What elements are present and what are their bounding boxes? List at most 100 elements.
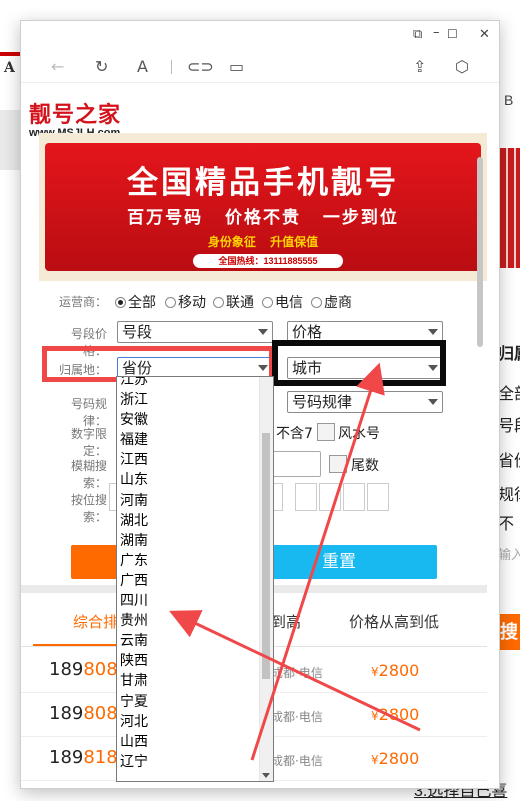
chevron-down-icon	[428, 399, 438, 405]
operator-label: 运营商：	[58, 295, 107, 309]
province-option[interactable]: 湖北	[117, 510, 273, 530]
province-option[interactable]: 浙江	[117, 389, 273, 409]
background-page-right: B 归属 全部 号段 省份 规律 不 输入 搜	[498, 0, 520, 801]
share-icon[interactable]: ⇪	[413, 57, 426, 76]
province-option[interactable]: 甘肃	[117, 670, 273, 690]
bg-label: 号段	[498, 418, 520, 435]
segment-select[interactable]: 号段	[117, 321, 273, 343]
dropdown-scroll-thumb[interactable]	[262, 433, 270, 679]
phone-number: 189818	[49, 747, 118, 768]
phone-number: 189808	[49, 659, 118, 680]
phone-number: 189808	[49, 703, 118, 724]
banner-tagline: 身份象征 升值保值	[207, 235, 319, 249]
province-option[interactable]: 云南	[117, 630, 273, 650]
radio-dot	[262, 297, 273, 308]
bg-label: 归属	[498, 346, 520, 363]
operator-radio-telecom[interactable]: 电信	[262, 292, 303, 312]
province-option[interactable]: 陕西	[117, 650, 273, 670]
chevron-down-icon	[428, 329, 438, 335]
operator-radio-virtual[interactable]: 虚商	[311, 292, 352, 312]
scroll-down-icon[interactable]	[262, 773, 270, 778]
province-option[interactable]: 湖南	[117, 530, 273, 550]
fuzzy-label: 模糊搜索：	[70, 459, 107, 490]
bg-label: 全部	[498, 386, 520, 403]
tab-price-low-high[interactable]: 到高	[271, 611, 301, 632]
banner-hotline: 全国热线：13111885555	[193, 254, 343, 268]
position-slot[interactable]	[295, 483, 317, 511]
province-option[interactable]: 福建	[117, 429, 273, 449]
province-dropdown-list[interactable]: 江苏 浙江 安徽 福建 江西 山东 河南 湖北 湖南 广东 广西 四川 贵州 云…	[116, 376, 274, 782]
tail-checkbox[interactable]	[329, 455, 347, 473]
toolbar-divider	[171, 60, 172, 74]
bg-search-button: 搜	[498, 614, 520, 650]
active-tab-underline	[33, 644, 123, 646]
province-option[interactable]: 山西	[117, 731, 273, 751]
operator-row: 运营商： 全部 移动 联通 电信 虚商	[21, 289, 487, 313]
operator-radio-mobile[interactable]: 移动	[165, 292, 206, 312]
province-option[interactable]: 河南	[117, 490, 273, 510]
bg-label: 不	[498, 516, 515, 533]
operator-radio-all[interactable]: 全部	[115, 292, 156, 312]
bg-gray-block	[0, 110, 22, 170]
logo-title: 靓号之家	[29, 103, 122, 128]
position-label: 按位搜索：	[70, 493, 107, 524]
province-option[interactable]: 山东	[117, 469, 273, 489]
tab-comprehensive[interactable]: 综合排	[73, 611, 118, 632]
position-slot[interactable]	[367, 483, 389, 511]
province-option[interactable]: 河北	[117, 711, 273, 731]
fengshui-checkbox[interactable]	[317, 423, 335, 441]
radio-dot	[115, 297, 126, 308]
position-slot[interactable]	[319, 483, 341, 511]
annotation-black-box	[272, 340, 446, 386]
banner-headline: 全国精品手机靓号	[127, 165, 399, 201]
province-option[interactable]: 江西	[117, 449, 273, 469]
reader-icon[interactable]: ▭	[229, 57, 244, 76]
province-option[interactable]: 广西	[117, 570, 273, 590]
number-price: ¥2800	[371, 749, 420, 768]
operator-radio-unicom[interactable]: 联通	[213, 292, 254, 312]
radio-dot	[213, 297, 224, 308]
rule-select[interactable]: 号码规律	[287, 391, 443, 413]
page-scrollbar[interactable]	[477, 157, 483, 347]
chevron-down-icon	[258, 329, 268, 335]
bg-label: 输入	[498, 547, 520, 562]
province-option[interactable]: 四川	[117, 590, 273, 610]
radio-dot	[165, 297, 176, 308]
province-option[interactable]: 贵州	[117, 610, 273, 630]
banner-subline: 百万号码 价格不贵 一步到位	[127, 208, 399, 228]
bg-label: 规律	[498, 487, 520, 504]
bg-red-strip	[0, 52, 22, 56]
province-option[interactable]: 广东	[117, 550, 273, 570]
position-slot[interactable]	[343, 483, 365, 511]
number-price: ¥2800	[371, 661, 420, 680]
province-option[interactable]: 宁夏	[117, 691, 273, 711]
number-location: 成都·电信	[271, 710, 323, 724]
dropdown-scrollbar[interactable]	[259, 377, 273, 781]
bg-banner-peek	[500, 148, 520, 268]
number-price: ¥2800	[371, 705, 420, 724]
minimize-icon[interactable]: –	[433, 25, 440, 40]
restore-icon[interactable]: ⧉	[413, 27, 422, 42]
extension-icon[interactable]: ⬡	[455, 57, 469, 76]
fengshui-label: 风水号	[338, 426, 380, 442]
back-icon[interactable]: ←	[51, 57, 64, 76]
maximize-icon[interactable]: ☐	[447, 27, 458, 41]
radio-dot	[311, 297, 322, 308]
banner-red-panel: 全国精品手机靓号 百万号码 价格不贵 一步到位 身份象征 升值保值 全国热线：1…	[45, 143, 481, 271]
browser-toolbar: ← ↻ A ⊂⊃ ▭ ⇪ ⬡	[21, 47, 499, 83]
promo-banner[interactable]: 全国精品手机靓号 百万号码 价格不贵 一步到位 身份象征 升值保值 全国热线：1…	[39, 133, 487, 281]
no4-option[interactable]: 不含7	[276, 423, 313, 443]
number-location: 成都·电信	[271, 666, 323, 680]
tail-label: 尾数	[351, 458, 379, 474]
province-option[interactable]: 安徽	[117, 409, 273, 429]
bg-label: 省份	[498, 453, 520, 470]
tab-price-high-low[interactable]: 价格从高到低	[349, 611, 439, 632]
refresh-icon[interactable]: ↻	[95, 57, 108, 76]
province-option[interactable]: 江苏	[117, 377, 273, 389]
close-icon[interactable]: ✕	[479, 27, 490, 42]
link-icon[interactable]: ⊂⊃	[187, 57, 214, 76]
province-option[interactable]: 辽宁	[117, 751, 273, 771]
bg-label-b: B	[504, 92, 514, 108]
text-size-icon[interactable]: A	[137, 57, 148, 76]
title-bar: ⧉ – ☐ ✕	[21, 21, 499, 47]
